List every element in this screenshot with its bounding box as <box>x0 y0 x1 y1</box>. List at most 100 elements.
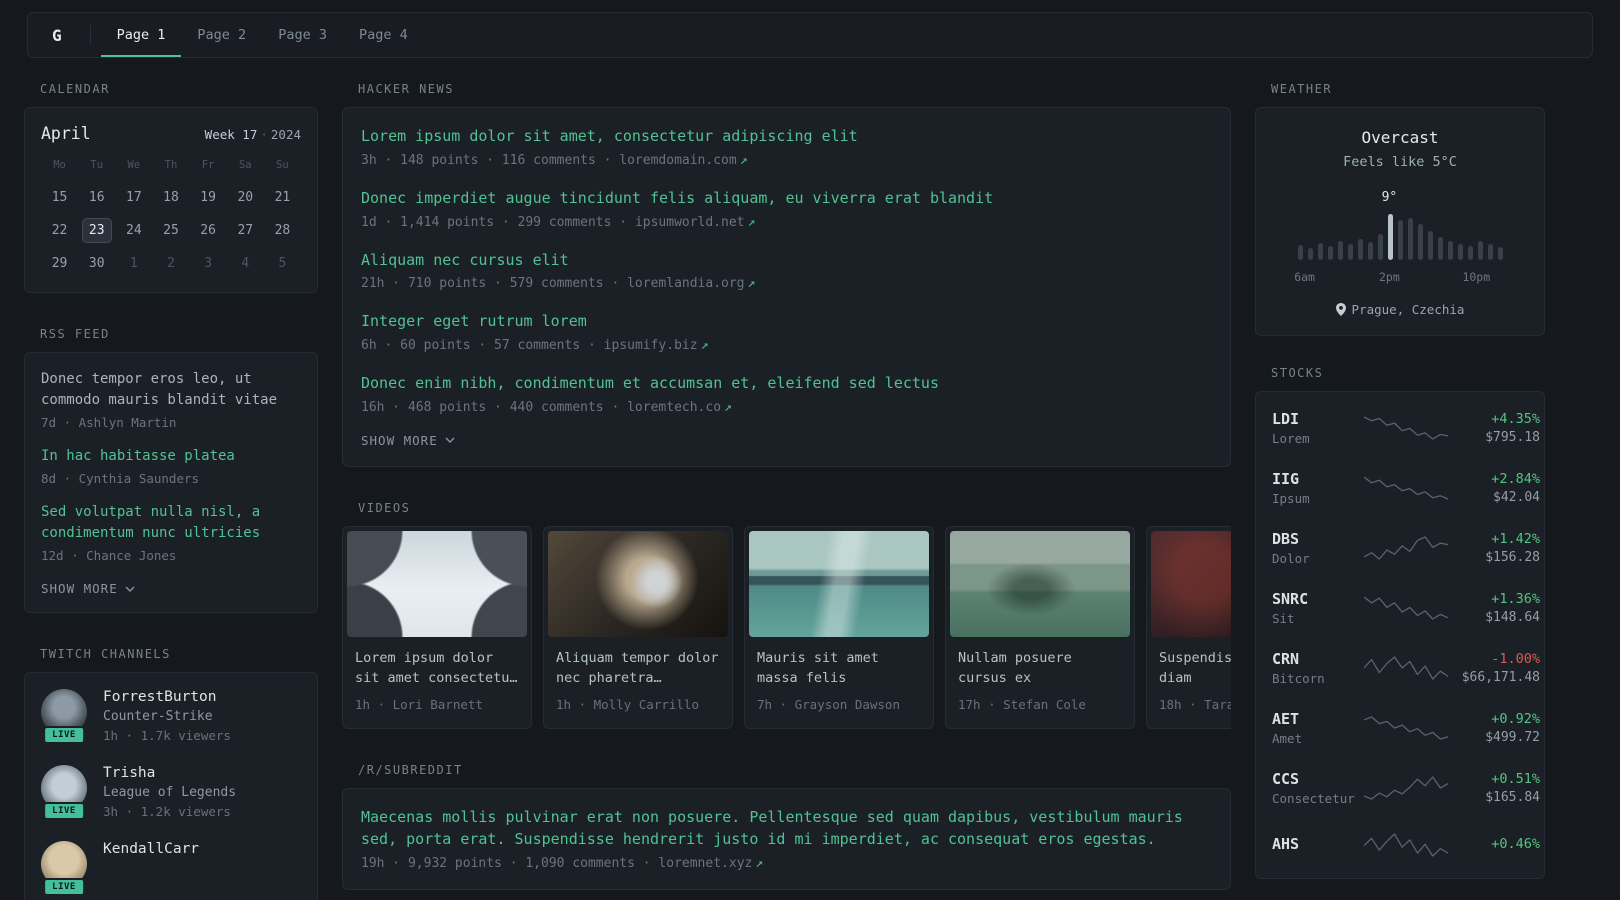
twitch-channel-row[interactable]: LIVE Trisha League of Legends 3h · 1.2k … <box>41 765 301 820</box>
stock-values: -1.00% $66,171.48 <box>1448 651 1540 685</box>
channel-avatar: LIVE <box>41 841 87 896</box>
rss-item-link[interactable]: Sed volutpat nulla nisl, a condimentum n… <box>41 502 301 544</box>
calendar-day: 30 <box>88 256 105 271</box>
story-domain-link[interactable]: loremtech.co ↗ <box>627 400 732 415</box>
post-meta: 19h · 9,932 points · 1,090 comments · lo… <box>361 856 1212 871</box>
day-header: We <box>127 159 141 171</box>
weather-time-label: 6am <box>1294 270 1315 284</box>
story-domain: loremlandia.org <box>627 276 745 292</box>
calendar-week-label: Week 17 <box>204 127 258 142</box>
story-domain-link[interactable]: ipsumify.biz ↗ <box>604 338 709 353</box>
stock-name: Lorem <box>1272 431 1310 446</box>
tab-page-3[interactable]: Page 3 <box>262 13 343 57</box>
twitch-channel-row[interactable]: LIVE KendallCarr <box>41 841 301 896</box>
video-carousel: Lorem ipsum dolor sit amet consectetu… 1… <box>342 525 1231 730</box>
weather-feels-like: Feels like 5°C <box>1343 154 1457 170</box>
post-domain-link[interactable]: loremnet.xyz ↗ <box>658 856 763 871</box>
tab-page-4[interactable]: Page 4 <box>343 13 424 57</box>
story-title-link[interactable]: Donec imperdiet augue tincidunt felis al… <box>361 188 1212 210</box>
channel-info: KendallCarr <box>103 841 199 857</box>
stock-sparkline <box>1364 653 1448 683</box>
video-meta: 1h · Lori Barnett <box>355 697 483 713</box>
calendar-day-next-month: 4 <box>241 256 250 271</box>
stock-row[interactable]: CCS Consectetur +0.51% $165.84 <box>1272 758 1540 818</box>
rss-item-link[interactable]: In hac habitasse platea <box>41 446 301 467</box>
video-card-body: Nullam posuere cursus ex 17h · Stefan Co… <box>950 637 1130 725</box>
story-meta: 16h · 468 points · 440 comments · loremt… <box>361 400 1212 415</box>
twitch-channel-row[interactable]: LIVE ForrestBurton Counter-Strike 1h · 1… <box>41 689 301 744</box>
calendar-day: 17 <box>126 190 142 205</box>
stock-symbol: AHS <box>1272 834 1300 853</box>
stock-values: +1.42% $156.28 <box>1448 531 1540 565</box>
rss-show-more-button[interactable]: SHOW MORE <box>41 581 135 596</box>
stock-symbol: CCS <box>1272 770 1300 788</box>
rss-card: Donec tempor eros leo, ut commodo mauris… <box>24 352 318 613</box>
calendar-day: 24 <box>126 223 142 238</box>
video-card[interactable]: Aliquam tempor dolor nec pharetra… 1h · … <box>543 525 733 730</box>
video-meta: 7h · Grayson Dawson <box>757 697 900 713</box>
main-column: HACKER NEWS Lorem ipsum dolor sit amet, … <box>342 82 1231 900</box>
stock-price: $148.64 <box>1485 610 1540 625</box>
video-thumbnail <box>548 530 728 637</box>
video-card[interactable]: Mauris sit amet massa felis 7h · Grayson… <box>744 525 934 730</box>
stock-change: +0.51% <box>1491 771 1540 787</box>
video-card-body: Mauris sit amet massa felis 7h · Grayson… <box>749 637 929 725</box>
day-header: Th <box>164 159 178 171</box>
stock-row[interactable]: SNRC Sit +1.36% $148.64 <box>1272 578 1540 638</box>
story-title-link[interactable]: Aliquam nec cursus elit <box>361 250 1212 272</box>
stock-id: CRN Bitcorn <box>1272 650 1364 686</box>
rss-widget: RSS FEED Donec tempor eros leo, ut commo… <box>24 327 318 613</box>
story-domain-link[interactable]: ipsumworld.net ↗ <box>635 215 755 230</box>
calendar-separator: · <box>260 127 268 142</box>
post-title-link[interactable]: Maecenas mollis pulvinar erat non posuer… <box>361 807 1212 851</box>
story-title-link[interactable]: Lorem ipsum dolor sit amet, consectetur … <box>361 126 1212 148</box>
calendar-week-year: Week 17 · 2024 <box>205 127 301 142</box>
story-title-link[interactable]: Donec enim nibh, condimentum et accumsan… <box>361 373 1212 395</box>
stock-change: +2.84% <box>1491 471 1540 487</box>
stocks-card: LDI Lorem +4.35% $795.18 IIG Ipsum +2.84… <box>1255 391 1545 879</box>
story-domain: loremtech.co <box>627 399 722 415</box>
rss-show-more-label: SHOW MORE <box>41 581 118 596</box>
hackernews-widget: HACKER NEWS Lorem ipsum dolor sit amet, … <box>342 82 1231 467</box>
stock-row[interactable]: CRN Bitcorn -1.00% $66,171.48 <box>1272 638 1540 698</box>
subreddit-widget: /R/SUBREDDIT Maecenas mollis pulvinar er… <box>342 763 1231 890</box>
weather-time-label: 10pm <box>1462 270 1491 284</box>
rss-item-meta: 8d · Cynthia Saunders <box>41 471 200 486</box>
stock-values: +1.36% $148.64 <box>1448 591 1540 625</box>
story-domain-link[interactable]: loremdomain.com ↗ <box>619 153 747 168</box>
stock-row[interactable]: IIG Ipsum +2.84% $42.04 <box>1272 458 1540 518</box>
calendar-day: 22 <box>51 223 68 238</box>
video-card[interactable]: Nullam posuere cursus ex 17h · Stefan Co… <box>945 525 1135 730</box>
tab-page-2[interactable]: Page 2 <box>181 13 262 57</box>
channel-meta: 3h · 1.2k viewers <box>103 804 231 819</box>
tab-page-1[interactable]: Page 1 <box>100 13 182 57</box>
stock-row[interactable]: LDI Lorem +4.35% $795.18 <box>1272 398 1540 458</box>
stock-row[interactable]: DBS Dolor +1.42% $156.28 <box>1272 518 1540 578</box>
story-domain: ipsumify.biz <box>603 338 698 353</box>
rss-item-link[interactable]: Donec tempor eros leo, ut commodo mauris… <box>41 369 301 411</box>
post-stats: 19h · 9,932 points · 1,090 comments · <box>361 855 659 871</box>
stock-values: +0.46% <box>1448 836 1540 855</box>
stock-row[interactable]: AET Amet +0.92% $499.72 <box>1272 698 1540 758</box>
weather-location: Prague, Czechia <box>1351 302 1465 317</box>
story-title-link[interactable]: Integer eget rutrum lorem <box>361 311 1212 333</box>
rss-section-title: RSS FEED <box>40 327 110 341</box>
story-stats: 6h · 60 points · 57 comments · <box>361 338 604 353</box>
weather-section-title: WEATHER <box>1271 82 1333 96</box>
video-card[interactable]: Lorem ipsum dolor sit amet consectetu… 1… <box>342 525 532 730</box>
stock-name: Amet <box>1272 731 1303 746</box>
story-domain-link[interactable]: loremlandia.org ↗ <box>627 276 755 291</box>
hackernews-show-more-button[interactable]: SHOW MORE <box>361 433 455 448</box>
stock-id: AHS <box>1272 835 1364 856</box>
calendar-card: April Week 17 · 2024 Mo Tu We Th Fr Sa Su … <box>24 107 318 293</box>
calendar-day: 16 <box>88 190 105 205</box>
live-badge: LIVE <box>43 726 85 744</box>
calendar-day-selected: 23 <box>81 218 112 243</box>
app-logo[interactable]: G <box>38 13 80 57</box>
stock-values: +4.35% $795.18 <box>1448 411 1540 445</box>
day-header: Mo <box>53 159 66 171</box>
stock-row[interactable]: AHS +0.46% <box>1272 818 1540 872</box>
stock-price: $42.04 <box>1493 490 1540 505</box>
video-card[interactable]: Suspendisse interdum diam 18h · Tara <box>1146 525 1231 730</box>
calendar-day: 27 <box>237 223 254 238</box>
